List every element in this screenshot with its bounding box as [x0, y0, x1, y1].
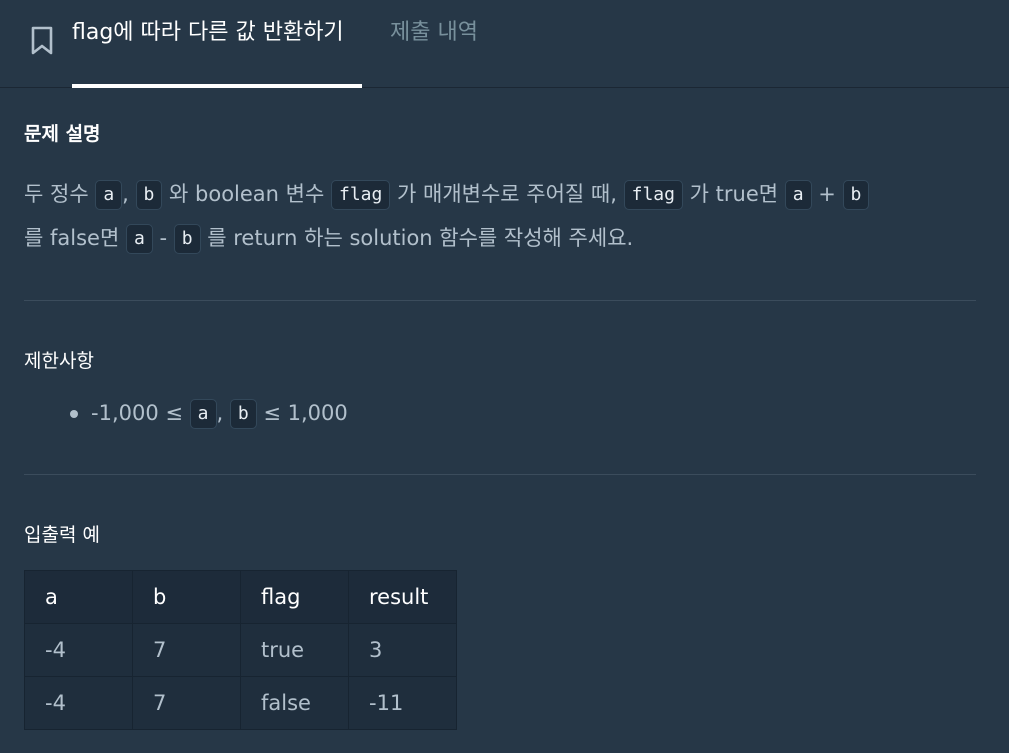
- column-header: flag: [240, 570, 349, 624]
- top-bar: flag에 따라 다른 값 반환하기 제출 내역: [0, 0, 1009, 88]
- code-b: b: [229, 399, 257, 429]
- io-examples-table: a b flag result -4 7 true 3 -4 7 false -…: [24, 570, 457, 730]
- code-a: a: [125, 224, 153, 254]
- column-header: result: [348, 570, 457, 624]
- table-cell: 7: [132, 623, 241, 677]
- table-cell: -4: [24, 623, 133, 677]
- text: -: [152, 226, 174, 250]
- text: +: [811, 182, 843, 206]
- divider: [24, 300, 976, 301]
- text: ≤ 1,000: [256, 401, 348, 425]
- list-item: -1,000 ≤ a, b ≤ 1,000: [24, 393, 348, 433]
- constraints-heading: 제한사항: [24, 350, 94, 372]
- tab-history-label: 제출 내역: [390, 20, 478, 45]
- text: 가 매개변수로 주어질 때,: [390, 182, 624, 206]
- code-flag: flag: [330, 180, 391, 210]
- text: 가 true면: [682, 182, 785, 206]
- table-row: -4 7 true 3: [24, 623, 457, 677]
- table-row: -4 7 false -11: [24, 676, 457, 730]
- text: 를 return 하는 solution 함수를 작성해 주세요.: [200, 226, 634, 250]
- column-header: b: [132, 570, 241, 624]
- column-header: a: [24, 570, 133, 624]
- text: -1,000 ≤: [91, 401, 190, 425]
- code-b: b: [842, 180, 870, 210]
- divider: [24, 474, 976, 475]
- code-a: a: [189, 399, 217, 429]
- table-cell: false: [240, 676, 349, 730]
- table-cell: true: [240, 623, 349, 677]
- text: 와 boolean 변수: [162, 182, 331, 206]
- constraints-list: -1,000 ≤ a, b ≤ 1,000: [24, 393, 348, 433]
- tab-problem-label: flag에 따라 다른 값 반환하기: [72, 20, 344, 45]
- description-line-1: 두 정수 a, b 와 boolean 변수 flag 가 매개변수로 주어질 …: [24, 172, 976, 216]
- description-heading: 문제 설명: [24, 123, 101, 145]
- tab-problem[interactable]: flag에 따라 다른 값 반환하기: [72, 0, 362, 88]
- code-b: b: [173, 224, 201, 254]
- bookmark-icon[interactable]: [29, 26, 55, 56]
- table-header-row: a b flag result: [24, 570, 457, 624]
- table-cell: -4: [24, 676, 133, 730]
- code-a: a: [95, 180, 123, 210]
- table-cell: 3: [348, 623, 457, 677]
- examples-heading: 입출력 예: [24, 524, 100, 546]
- text: 를 false면: [24, 226, 126, 250]
- table-cell: 7: [132, 676, 241, 730]
- code-flag: flag: [623, 180, 683, 210]
- code-b: b: [135, 180, 163, 210]
- description-line-2: 를 false면 a - b 를 return 하는 solution 함수를 …: [24, 216, 976, 260]
- text: ,: [122, 182, 136, 206]
- tab-submission-history[interactable]: 제출 내역: [390, 0, 478, 88]
- text: ,: [216, 401, 230, 425]
- text: 두 정수: [24, 182, 96, 206]
- code-a: a: [784, 180, 812, 210]
- active-tab-indicator: [72, 84, 362, 88]
- table-cell: -11: [348, 676, 457, 730]
